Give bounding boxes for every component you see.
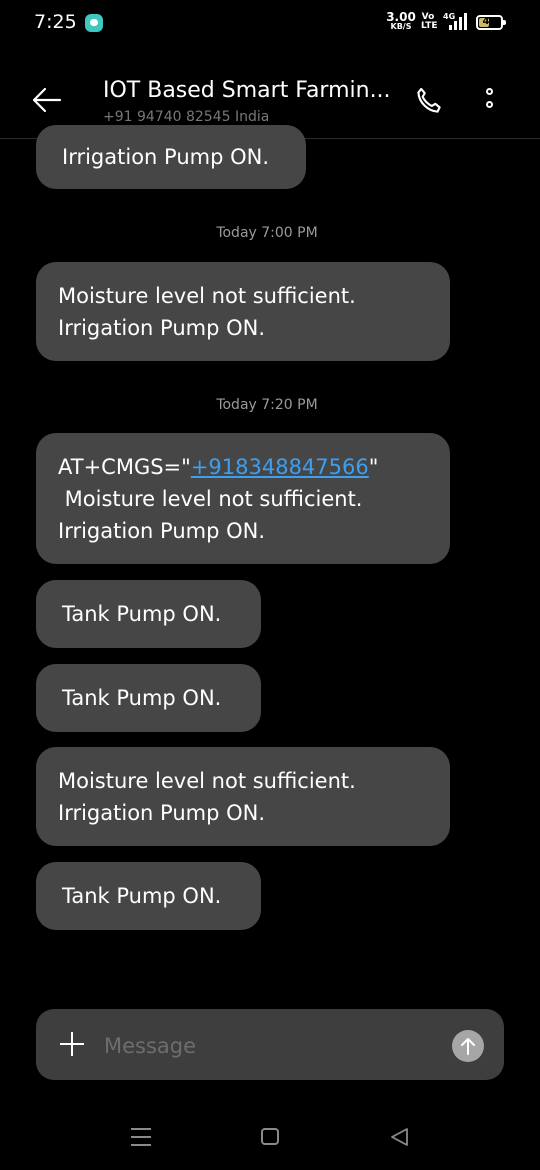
message-line: Irrigation Pump ON. [58,316,266,340]
message-line: Tank Pump ON. [62,686,222,710]
volte-indicator: Vo LTE [421,13,438,31]
more-options-button[interactable] [482,86,500,116]
triangle-back-icon[interactable] [388,1126,410,1148]
message-timestamp: Today 7:20 PM [216,397,318,413]
network-speed-value: 3.00 [386,10,416,24]
signal-bar [459,17,462,30]
battery-icon: 44 [476,15,506,30]
message-line: Moisture level not sufficient. [58,284,356,308]
message-bubble[interactable]: Moisture level not sufficient. Irrigatio… [36,262,450,361]
back-button[interactable] [30,85,62,115]
contact-number: +91 94740 82545 India [103,109,270,125]
network-type: 4G [443,12,456,21]
message-line: Moisture level not sufficient. [58,487,363,511]
recents-icon[interactable] [131,1128,151,1146]
message-line: Irrigation Pump ON. [62,145,270,169]
message-line: Tank Pump ON. [62,884,222,908]
message-bubble[interactable]: Tank Pump ON. [36,862,261,930]
arrow-left-icon [32,87,62,113]
phone-number-link[interactable]: +918348847566 [191,455,369,479]
system-nav-bar [0,1100,540,1170]
contact-name[interactable]: IOT Based Smart Farmin... [103,78,391,103]
message-bubble[interactable]: AT+CMGS="+918348847566" Moisture level n… [36,433,450,564]
message-bubble[interactable]: Tank Pump ON. [36,580,261,648]
battery-level: 44 [482,16,497,27]
message-text: " [368,455,379,479]
network-speed: 3.00 KB/S [386,10,416,32]
message-text: AT+CMGS=" [58,455,191,479]
more-vertical-icon [486,88,493,95]
message-line: Moisture level not sufficient. [58,769,356,793]
message-line: Tank Pump ON. [62,602,222,626]
message-input[interactable] [102,1029,436,1063]
signal-bar [454,21,457,30]
message-bubble-icon [85,14,103,32]
call-button[interactable] [412,84,446,118]
phone-icon [417,87,441,113]
more-vertical-icon [486,101,493,108]
status-bar: 7:25 3.00 KB/S Vo LTE 4G 44 [0,0,540,50]
signal-strength-icon: 4G [443,12,469,30]
message-bubble[interactable]: Moisture level not sufficient. Irrigatio… [36,747,450,846]
signal-bar [449,25,452,30]
message-line: Irrigation Pump ON. [58,801,266,825]
arrow-up-icon [461,1038,475,1055]
status-time: 7:25 [34,11,77,33]
send-button[interactable] [452,1030,484,1062]
home-icon[interactable] [261,1128,279,1145]
message-line: AT+CMGS="+918348847566" [58,451,428,483]
message-timestamp: Today 7:00 PM [216,225,318,241]
message-bubble[interactable]: Irrigation Pump ON. [36,125,306,189]
volte-bottom: LTE [421,21,438,31]
plus-icon[interactable] [60,1032,84,1056]
compose-bar [36,1009,504,1080]
signal-bar [464,13,467,30]
message-line: Irrigation Pump ON. [58,519,266,543]
message-bubble[interactable]: Tank Pump ON. [36,664,261,732]
